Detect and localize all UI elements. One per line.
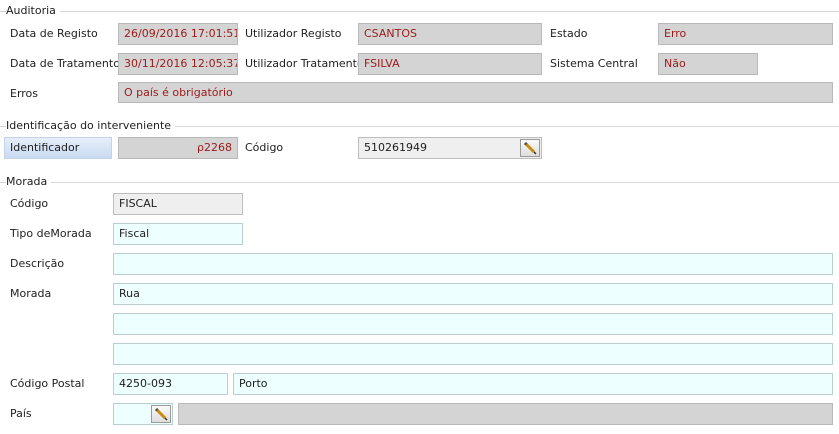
morada-label: Morada <box>10 287 52 300</box>
identificador-label: Identificador <box>4 137 112 159</box>
estado-label: Estado <box>550 27 588 40</box>
tipo-morada-label: Tipo deMorada <box>10 227 92 240</box>
pais-descricao-field[interactable] <box>178 403 833 425</box>
sistema-central-field[interactable]: Não <box>658 53 758 75</box>
utilizador-registo-field[interactable]: CSANTOS <box>358 23 542 45</box>
tipo-morada-field[interactable]: Fiscal <box>113 223 243 245</box>
pencil-icon <box>523 141 537 155</box>
auditoria-title: Auditoria <box>6 4 60 18</box>
morada-line1-field[interactable]: Rua <box>113 283 833 305</box>
erros-label: Erros <box>10 87 39 100</box>
codigo-postal-field[interactable]: 4250-093 <box>113 373 228 395</box>
morada-codigo-field[interactable]: FISCAL <box>113 193 243 215</box>
descricao-label: Descrição <box>10 257 65 270</box>
codigo-postal-label: Código Postal <box>10 377 85 390</box>
data-tratamento-label: Data de Tratamento <box>10 57 120 70</box>
codigo-lookup-button[interactable] <box>520 139 540 157</box>
data-tratamento-field[interactable]: 30/11/2016 12:05:37 <box>118 53 238 75</box>
auditoria-divider <box>0 11 839 12</box>
morada-divider <box>0 182 839 183</box>
data-registo-field[interactable]: 26/09/2016 17:01:51 <box>118 23 238 45</box>
pencil-icon <box>154 407 168 421</box>
morada-line2-field[interactable] <box>113 313 833 335</box>
data-registo-label: Data de Registo <box>10 27 98 40</box>
sistema-central-label: Sistema Central <box>550 57 638 70</box>
morada-line3-field[interactable] <box>113 343 833 365</box>
morada-title: Morada <box>6 175 52 189</box>
erros-field[interactable]: O país é obrigatório <box>118 82 833 103</box>
estado-field[interactable]: Erro <box>658 23 833 45</box>
codigo-interveniente-label: Código <box>245 141 284 154</box>
identificador-field[interactable]: ρ2268 <box>118 137 238 159</box>
localidade-field[interactable]: Porto <box>233 373 833 395</box>
descricao-field[interactable] <box>113 253 833 275</box>
morada-codigo-label: Código <box>10 197 49 210</box>
utilizador-tratamento-label: Utilizador Tratamento <box>245 57 364 70</box>
utilizador-registo-label: Utilizador Registo <box>245 27 342 40</box>
codigo-interveniente-field[interactable]: 510261949 <box>358 137 542 159</box>
pais-label: País <box>10 407 32 420</box>
utilizador-tratamento-field[interactable]: FSILVA <box>358 53 542 75</box>
codigo-interveniente-value: 510261949 <box>364 141 427 154</box>
identificacao-title: Identificação do interveniente <box>6 119 176 133</box>
pais-lookup-button[interactable] <box>151 405 171 423</box>
